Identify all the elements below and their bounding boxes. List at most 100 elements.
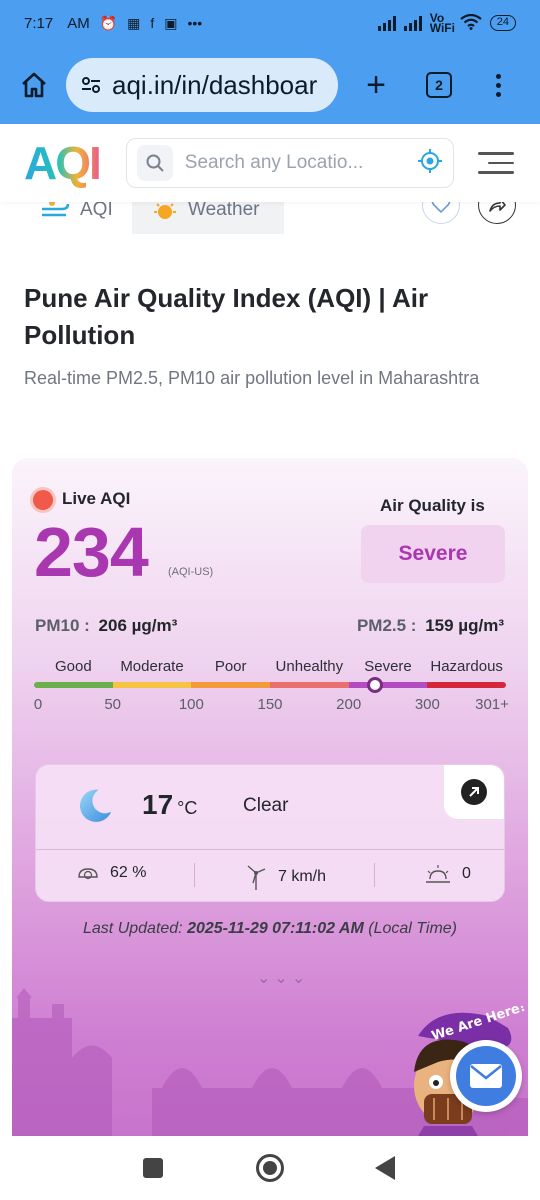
page-title: Pune Air Quality Index (AQI) | Air Pollu… <box>24 283 429 350</box>
pm25-reading: PM2.5 : 159 µg/m³ <box>357 616 504 636</box>
moon-icon <box>79 789 112 822</box>
last-updated: Last Updated: 2025-11-29 07:11:02 AM (Lo… <box>12 920 528 938</box>
pm10-key: PM10 : <box>35 616 90 635</box>
status-bar: 7:17 AM ⏰ ▦ f ▣ ••• Vo WiFi 24 <box>0 0 540 46</box>
chat-button-inner <box>456 1046 516 1106</box>
page-subtitle: Real-time PM2.5, PM10 air pollution leve… <box>24 368 480 388</box>
pm10-reading: PM10 : 206 µg/m³ <box>35 616 177 636</box>
aqi-scale-marker <box>367 677 384 693</box>
temperature-unit: °C <box>177 798 198 818</box>
hamburger-menu-button[interactable] <box>477 152 514 174</box>
browser-menu-button[interactable] <box>496 73 501 97</box>
back-button[interactable] <box>375 1156 395 1180</box>
wind-value: 7 km/h <box>278 868 327 885</box>
vowifi-label: Vo WiFi <box>429 11 455 35</box>
weather-divider <box>36 849 504 850</box>
uv-value: 0 <box>462 865 471 882</box>
chat-support-button[interactable] <box>450 1040 522 1112</box>
address-bar[interactable]: aqi.in/in/dashboar <box>66 58 338 112</box>
last-updated-suffix: (Local Time) <box>368 920 457 937</box>
system-navigation-bar <box>0 1136 540 1200</box>
signal-icon-2 <box>403 15 422 31</box>
aqi-unit: (AQI-US) <box>168 566 214 578</box>
temperature: 17 °C <box>142 789 197 821</box>
weather-card[interactable]: 17 °C Clear 62 % 7 km/h 0 <box>35 764 505 902</box>
scale-tick-3: 150 <box>257 696 283 713</box>
scale-tick-2: 100 <box>178 696 204 713</box>
home-nav-button[interactable] <box>256 1154 284 1182</box>
home-icon <box>22 72 46 98</box>
alarm-icon: ⏰ <box>99 14 118 31</box>
qr-icon: ▦ <box>127 14 141 31</box>
url-text: aqi.in/in/dashboar <box>112 69 318 100</box>
scale-category-moderate: Moderate <box>120 658 184 675</box>
scale-tick-1: 50 <box>104 696 121 713</box>
scale-tick-0: 0 <box>33 696 43 713</box>
pm25-key: PM2.5 : <box>356 616 417 635</box>
scale-segment-1 <box>34 682 113 688</box>
last-updated-timestamp: 2025-11-29 07:11:02 AM <box>187 920 364 937</box>
humidity-value: 62 % <box>110 864 147 881</box>
scale-category-unhealthy: Unhealthy <box>275 658 344 675</box>
facebook-icon: f <box>150 15 155 31</box>
humidity-icon <box>78 868 98 880</box>
live-aqi-card: Live AQI 234 (AQI-US) Air Quality is Sev… <box>12 458 528 1136</box>
new-tab-button[interactable]: + <box>358 67 394 103</box>
search-input[interactable]: Search any Locatio... <box>185 152 417 174</box>
air-quality-status-badge: Severe <box>361 525 505 583</box>
status-ampm: AM <box>67 14 90 32</box>
humidity-stat: 62 % <box>76 863 146 883</box>
uv-icon <box>426 865 450 883</box>
tab-aqi-label: AQI <box>80 199 113 220</box>
home-button[interactable] <box>12 63 56 107</box>
last-updated-prefix: Last Updated: <box>83 920 183 937</box>
pm10-value: 206 µg/m³ <box>98 616 178 635</box>
stat-divider-2 <box>374 863 375 887</box>
scale-segment-5 <box>348 682 428 688</box>
aqi-value: 234 <box>34 513 149 591</box>
site-settings-icon <box>82 77 100 93</box>
scale-tick-4: 200 <box>336 696 362 713</box>
wind-turbine-icon <box>247 865 266 890</box>
weather-expand-button[interactable] <box>444 765 504 819</box>
site-header: AQI Search any Locatio... <box>0 124 540 202</box>
scale-segment-4 <box>270 682 349 688</box>
stat-divider-1 <box>194 863 195 887</box>
temperature-value: 17 <box>142 789 174 820</box>
scale-category-good: Good <box>54 658 92 675</box>
location-search[interactable]: Search any Locatio... <box>125 138 454 188</box>
signal-icon <box>377 15 396 31</box>
tab-switcher-button[interactable]: 2 <box>426 72 452 98</box>
scale-segment-2 <box>112 682 192 688</box>
wifi-icon <box>460 13 482 33</box>
status-time: 7:17 <box>24 14 54 32</box>
more-notifications-icon: ••• <box>187 15 203 31</box>
weather-condition: Clear <box>243 795 289 816</box>
live-aqi-label: Live AQI <box>62 489 131 508</box>
aqi-scale-ticks: 0 50 100 150 200 300 301+ <box>33 696 509 716</box>
status-system-icons: Vo WiFi 24 <box>377 11 516 35</box>
uv-stat: 0 <box>424 863 471 885</box>
scale-segment-6 <box>427 682 507 688</box>
air-quality-label: Air Quality is <box>380 496 485 515</box>
scale-category-severe: Severe <box>364 658 412 675</box>
aqi-scale-bar <box>34 682 507 688</box>
recent-apps-button[interactable] <box>143 1158 163 1178</box>
scale-tick-5: 300 <box>414 696 440 713</box>
locate-me-icon[interactable] <box>417 148 443 179</box>
scale-segment-3 <box>191 682 271 688</box>
aqi-logo[interactable]: AQI <box>24 136 102 190</box>
arrow-up-right-icon <box>461 779 487 805</box>
browser-toolbar: aqi.in/in/dashboar + 2 <box>0 46 540 124</box>
pm25-value: 159 µg/m³ <box>425 616 504 635</box>
aqi-scale-labels: Good Moderate Poor Unhealthy Severe Hazardous <box>34 658 506 678</box>
wind-stat: 7 km/h <box>244 863 326 891</box>
live-indicator-dot <box>33 490 53 510</box>
scale-category-poor: Poor <box>214 658 247 675</box>
scale-tick-6: 301+ <box>475 696 509 713</box>
battery-indicator: 24 <box>489 15 516 31</box>
search-icon <box>136 145 173 181</box>
mail-icon <box>470 1064 502 1088</box>
status-notification-icons: ⏰ ▦ f ▣ ••• <box>100 15 203 32</box>
messenger-icon: ▣ <box>164 14 178 31</box>
